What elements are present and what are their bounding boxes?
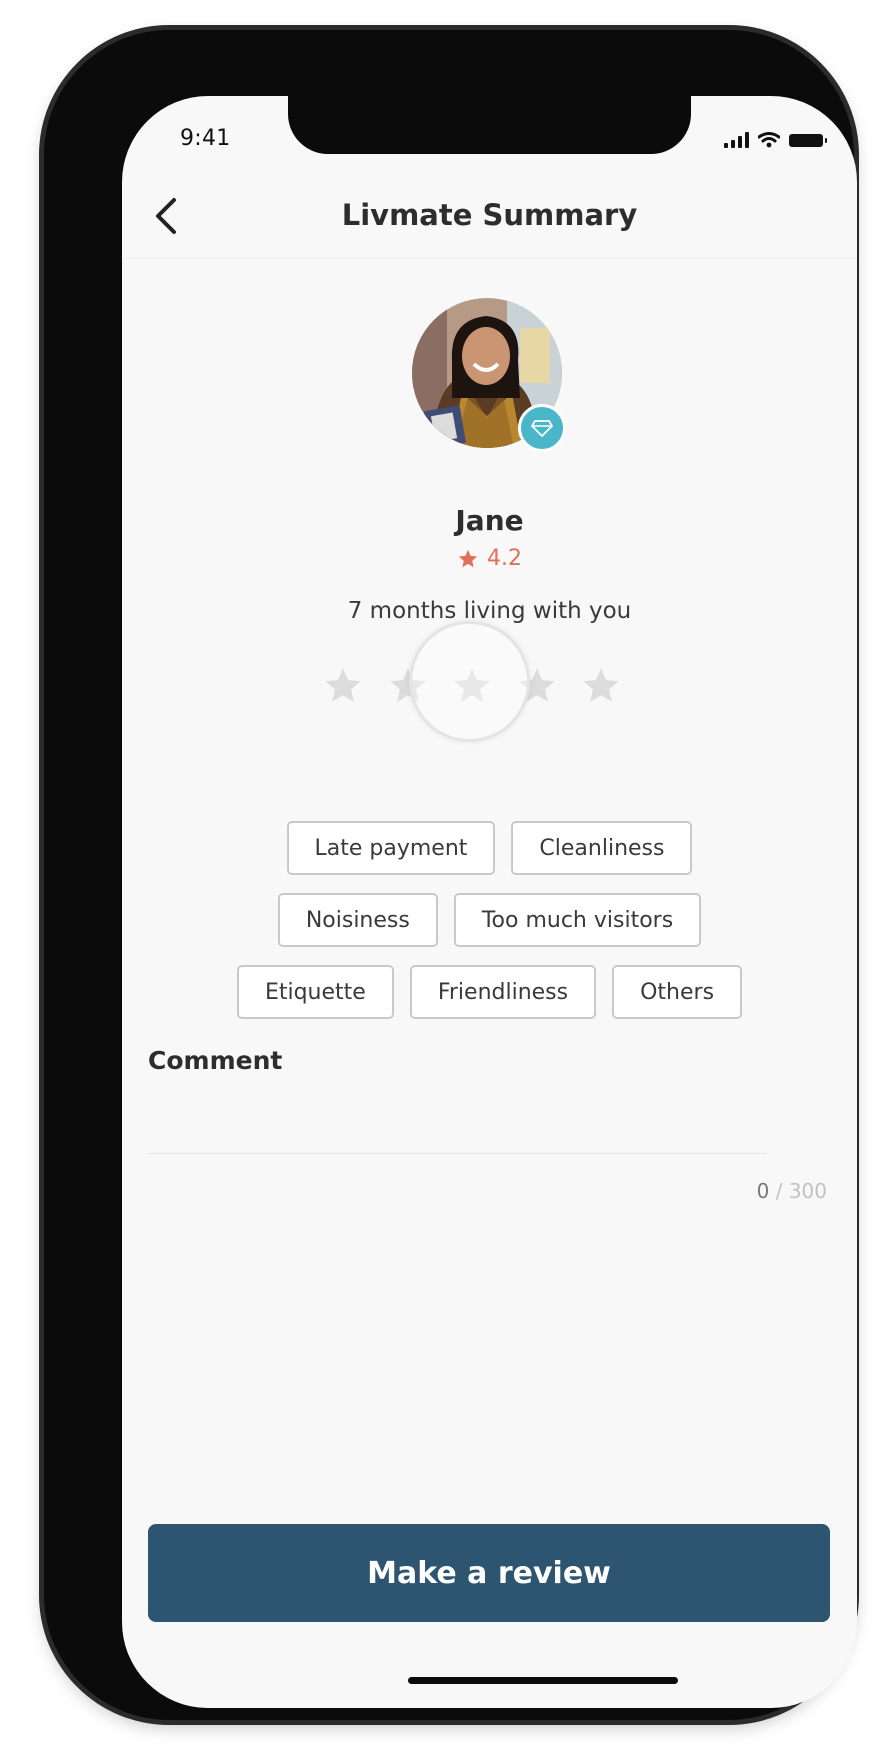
- wifi-icon: [758, 132, 780, 148]
- character-count: 0: [756, 1179, 770, 1203]
- profile-rating: 4.2: [122, 546, 857, 571]
- chip-late-payment[interactable]: Late payment: [286, 821, 496, 875]
- diamond-icon: [531, 420, 553, 437]
- chip-noisiness[interactable]: Noisiness: [277, 893, 438, 947]
- chip-row: Late payment Cleanliness: [122, 821, 857, 875]
- character-counter: 0 / 300: [757, 1179, 827, 1203]
- signal-icon: [724, 132, 749, 148]
- make-review-button[interactable]: Make a review: [148, 1524, 830, 1622]
- chip-too-much-visitors[interactable]: Too much visitors: [453, 893, 702, 947]
- chip-friendliness[interactable]: Friendliness: [409, 965, 597, 1019]
- rating-star-1[interactable]: [322, 665, 364, 707]
- living-duration: 7 months living with you: [347, 598, 632, 624]
- phone-frame: 9:41 Livmate Summary Jane 4.2 7 months l…: [44, 30, 857, 1720]
- profile-avatar: [412, 298, 566, 452]
- rating-star-2[interactable]: [387, 665, 429, 707]
- status-time: 9:41: [180, 126, 231, 151]
- star-rating-input[interactable]: [322, 651, 622, 721]
- character-max: / 300: [775, 1179, 827, 1203]
- chip-row: Etiquette Friendliness Others: [122, 965, 857, 1019]
- rating-value: 4.2: [487, 546, 522, 571]
- comment-input[interactable]: [148, 1091, 767, 1154]
- tag-chips: Late payment Cleanliness Noisiness Too m…: [122, 821, 857, 1037]
- chip-cleanliness[interactable]: Cleanliness: [511, 821, 693, 875]
- rating-star-5[interactable]: [580, 665, 622, 707]
- chip-others[interactable]: Others: [612, 965, 743, 1019]
- chip-etiquette[interactable]: Etiquette: [236, 965, 394, 1019]
- status-icons: [724, 132, 827, 148]
- star-icon: [458, 549, 478, 567]
- rating-star-3[interactable]: [451, 665, 493, 707]
- header: Livmate Summary: [122, 176, 857, 259]
- device-notch: [288, 96, 691, 154]
- profile-name: Jane: [455, 504, 524, 537]
- page-title: Livmate Summary: [341, 198, 638, 232]
- rating-star-4[interactable]: [516, 665, 558, 707]
- chip-row: Noisiness Too much visitors: [122, 893, 857, 947]
- verified-badge: [518, 404, 566, 452]
- comment-label: Comment: [148, 1046, 283, 1075]
- battery-icon: [789, 133, 827, 147]
- home-indicator: [408, 1677, 678, 1684]
- app-screen: 9:41 Livmate Summary Jane 4.2 7 months l…: [122, 96, 857, 1708]
